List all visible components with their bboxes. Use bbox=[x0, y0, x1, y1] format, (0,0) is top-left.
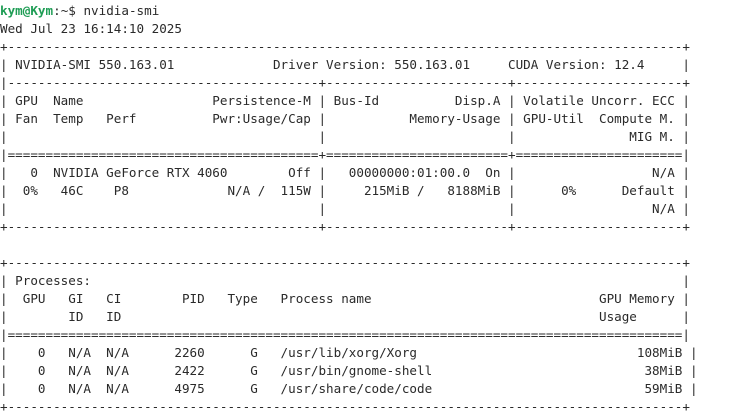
processes-border-top: +---------------------------------------… bbox=[0, 255, 690, 270]
blank-line bbox=[0, 236, 749, 254]
prompt-symbol: $ bbox=[68, 3, 84, 18]
processes-header-row-2: | ID ID Usage | bbox=[0, 309, 690, 324]
prompt-separator: : bbox=[53, 3, 61, 18]
terminal-window[interactable]: kym@Kym:~$ nvidia-smi Wed Jul 23 16:14:1… bbox=[0, 0, 749, 419]
process-row: | 0 N/A N/A 2422 G /usr/bin/gnome-shell … bbox=[0, 363, 698, 378]
table-border-top: +---------------------------------------… bbox=[0, 39, 690, 54]
process-row: | 0 N/A N/A 4975 G /usr/share/code/code … bbox=[0, 381, 698, 396]
gpu-row-2: | 0% 46C P8 N/A / 115W | 215MiB / 8188Mi… bbox=[0, 183, 690, 198]
processes-header-separator: |=======================================… bbox=[0, 327, 690, 342]
prompt-user: kym bbox=[0, 3, 23, 18]
gpu-row-3: | | | N/A | bbox=[0, 201, 690, 216]
smi-version-row: | NVIDIA-SMI 550.163.01 Driver Version: … bbox=[0, 57, 690, 72]
gpu-header-row-1: | GPU Name Persistence-M | Bus-Id Disp.A… bbox=[0, 93, 690, 108]
table-divider: |---------------------------------------… bbox=[0, 75, 690, 90]
table-border-bottom: +---------------------------------------… bbox=[0, 219, 690, 234]
output-timestamp: Wed Jul 23 16:14:10 2025 bbox=[0, 21, 182, 36]
gpu-header-row-3: | | | MIG M. | bbox=[0, 129, 690, 144]
processes-title: | Processes: | bbox=[0, 273, 690, 288]
process-row: | 0 N/A N/A 2260 G /usr/lib/xorg/Xorg 10… bbox=[0, 345, 698, 360]
processes-header-row-1: | GPU GI CI PID Type Process name GPU Me… bbox=[0, 291, 690, 306]
table-header-separator: |=======================================… bbox=[0, 147, 690, 162]
processes-border-bottom: +---------------------------------------… bbox=[0, 399, 690, 414]
prompt-command: nvidia-smi bbox=[83, 3, 160, 18]
prompt-host: Kym bbox=[30, 3, 54, 18]
gpu-header-row-2: | Fan Temp Perf Pwr:Usage/Cap | Memory-U… bbox=[0, 111, 690, 126]
gpu-row-1: | 0 NVIDIA GeForce RTX 4060 Off | 000000… bbox=[0, 165, 690, 180]
shell-prompt-line: kym@Kym:~$ nvidia-smi bbox=[0, 2, 749, 20]
